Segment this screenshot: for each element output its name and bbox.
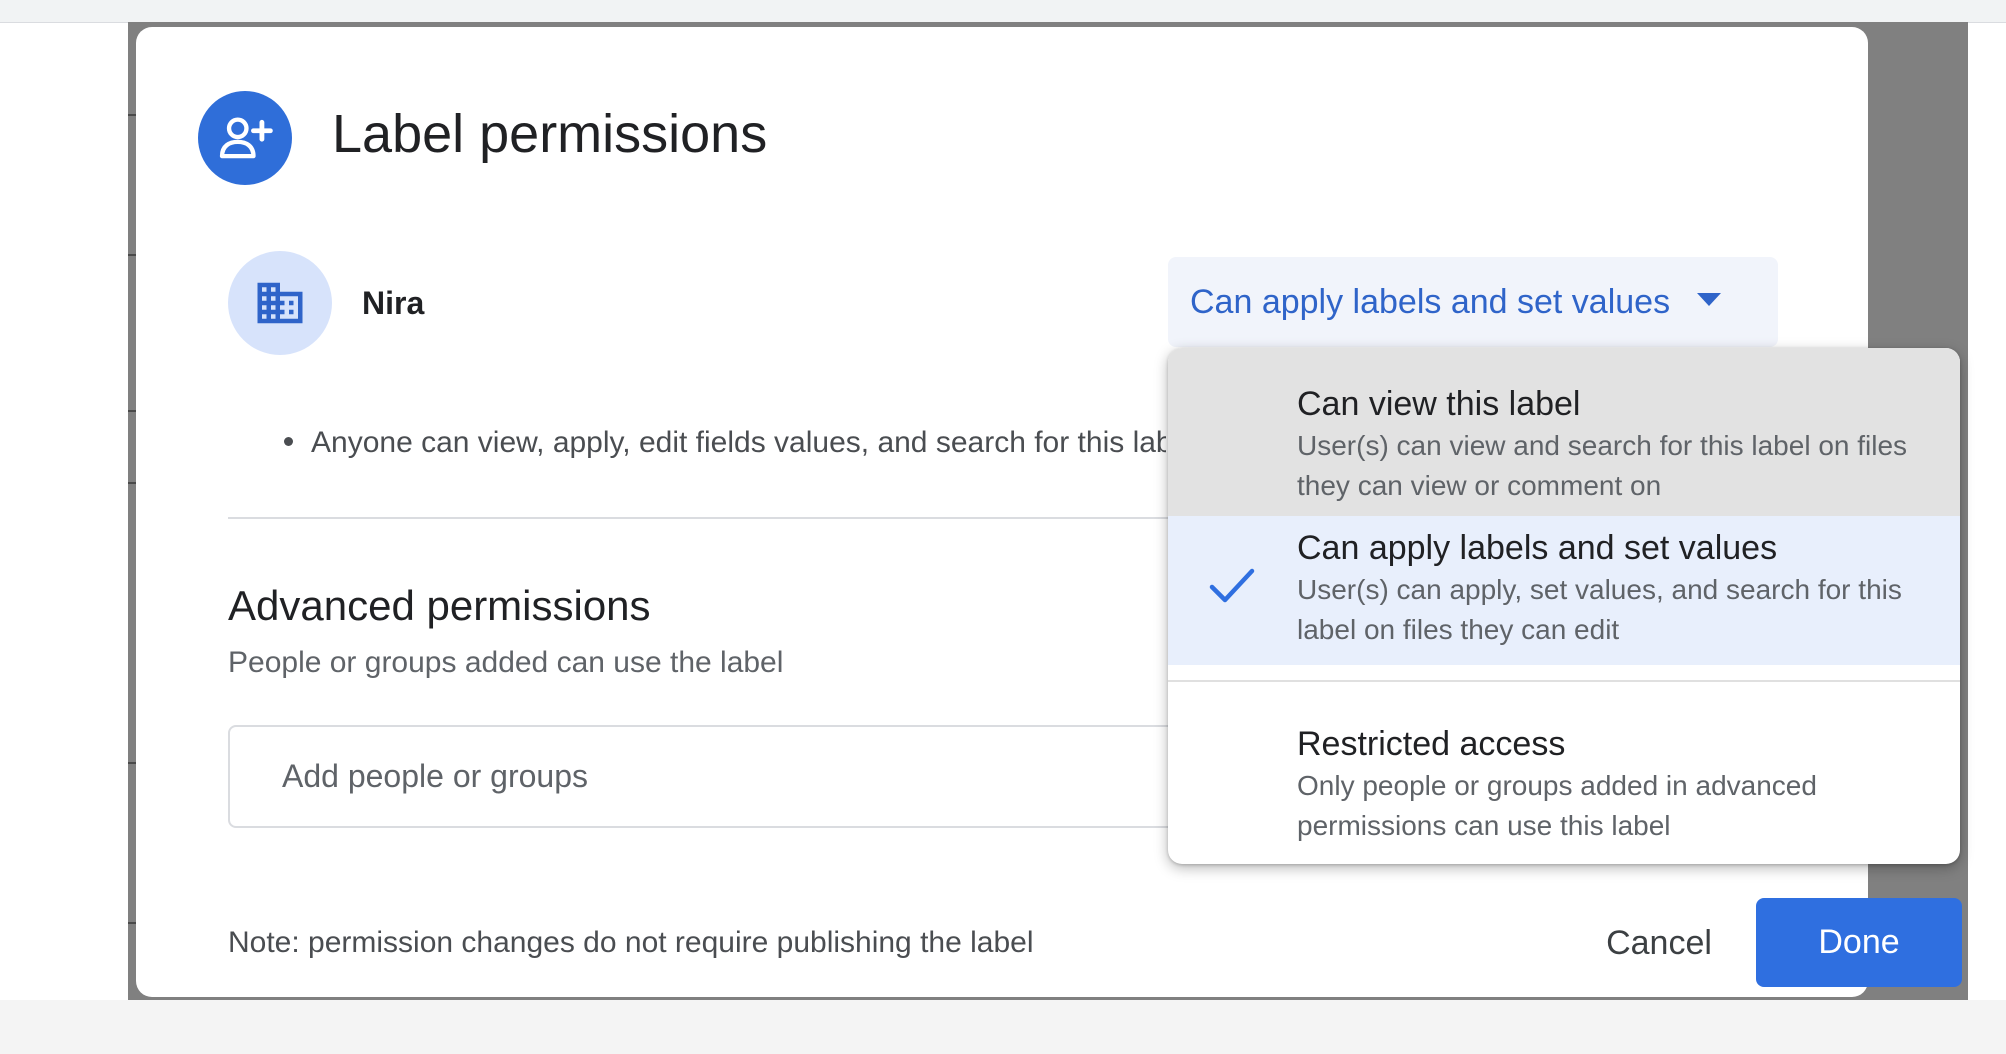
role-option-title: Restricted access bbox=[1297, 725, 1566, 763]
role-option-description: User(s) can view and search for this lab… bbox=[1297, 430, 1908, 501]
role-option-description: User(s) can apply, set values, and searc… bbox=[1297, 574, 1902, 645]
role-dropdown-label: Can apply labels and set values bbox=[1190, 282, 1671, 321]
entity-name: Nira bbox=[362, 285, 425, 321]
browser-top-edge bbox=[0, 0, 2006, 23]
role-option-restricted[interactable]: Restricted access Only people or groups … bbox=[1168, 684, 1960, 864]
dialog-title: Label permissions bbox=[332, 104, 768, 164]
done-button[interactable]: Done bbox=[1756, 898, 1962, 987]
check-icon bbox=[1208, 566, 1256, 611]
browser-bottom-edge bbox=[0, 1000, 2006, 1054]
menu-divider bbox=[1168, 680, 1960, 682]
permission-summary-text: Anyone can view, apply, edit fields valu… bbox=[311, 426, 1166, 459]
person-add-icon bbox=[198, 91, 292, 185]
role-menu: Can view this label User(s) can view and… bbox=[1168, 348, 1960, 864]
role-option-description: Only people or groups added in advanced … bbox=[1297, 770, 1817, 841]
domain-building-icon bbox=[228, 251, 332, 355]
arrow-drop-down-icon bbox=[1696, 292, 1722, 313]
bullet-dot bbox=[284, 436, 293, 446]
cancel-button[interactable]: Cancel bbox=[1584, 907, 1734, 979]
role-option-title: Can view this label bbox=[1297, 385, 1581, 423]
advanced-permissions-subtitle: People or groups added can use the label bbox=[228, 646, 784, 679]
permission-summary: Anyone can view, apply, edit fields valu… bbox=[284, 423, 1166, 462]
role-option-apply[interactable]: Can apply labels and set values User(s) … bbox=[1168, 516, 1960, 665]
publish-note: Note: permission changes do not require … bbox=[228, 926, 1034, 959]
role-option-view[interactable]: Can view this label User(s) can view and… bbox=[1168, 348, 1960, 516]
role-option-title: Can apply labels and set values bbox=[1297, 529, 1778, 567]
advanced-permissions-heading: Advanced permissions bbox=[228, 582, 651, 629]
role-dropdown-button[interactable]: Can apply labels and set values bbox=[1168, 257, 1778, 347]
